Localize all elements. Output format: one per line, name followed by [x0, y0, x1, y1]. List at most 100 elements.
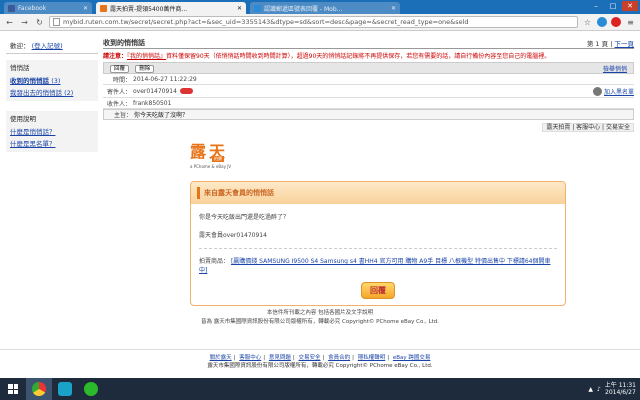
- received-messages-link[interactable]: 收到的悄悄話 (3): [6, 74, 98, 86]
- extension-icon[interactable]: [597, 17, 607, 27]
- message-signature: 露天會員over01470914: [199, 232, 267, 239]
- page-title: 收到的悄悄話: [103, 38, 145, 47]
- divider: [199, 248, 557, 249]
- header-accent: [197, 187, 200, 199]
- sender-value: over01470914: [133, 87, 177, 95]
- recipient-row: 收件人： frank850501: [103, 98, 634, 109]
- sent-count: (2): [64, 89, 74, 97]
- report-link[interactable]: 檢舉悄悄: [603, 64, 627, 73]
- logo-badge: 拍賣: [212, 156, 224, 162]
- panel-title-row: 收到的悄悄話 第 1 頁 | 下一頁: [103, 37, 634, 49]
- network-icon[interactable]: ▲: [588, 386, 593, 393]
- login-link[interactable]: (登入記號): [32, 42, 63, 50]
- opera-icon[interactable]: [611, 17, 621, 27]
- taskbar: ▲ ♪ 上午 11:31 2014/6/27: [0, 378, 640, 400]
- windows-logo-icon: [8, 384, 18, 394]
- recipient-label: 收件人：: [106, 100, 131, 108]
- footer-link-safety[interactable]: 交易安全: [298, 355, 320, 361]
- reply-button[interactable]: 回覆: [110, 64, 130, 73]
- site-footer: 關於露天 | 客服中心 | 意見問題 | 交易安全 | 會員合約 | 隱私權聲明 | eBa…: [0, 349, 640, 378]
- message-line: 你是今天吃飯出門還是吃過醉了？: [199, 214, 290, 221]
- sender-label: 寄件人：: [106, 88, 131, 96]
- message-reply-button[interactable]: 回覆: [361, 282, 395, 299]
- k-app-icon: [58, 382, 72, 396]
- footer-copyright: 露天市集國際資訊股份有限公司版權所有，轉載必究 Copyright© PChom…: [207, 363, 433, 369]
- footer-link-about[interactable]: 關於露天: [210, 355, 232, 361]
- sent-link-label: 我發出去的悄悄話: [10, 89, 62, 97]
- copyright-line: 皆為 露天市集國際資訊股份有限公司版權所有，轉載必究 Copyright© PC…: [201, 319, 439, 325]
- service-links-text[interactable]: 露天拍賣 | 客服中心 | 交易安全: [542, 123, 634, 132]
- sent-messages-link[interactable]: 我發出去的悄悄話 (2): [6, 86, 98, 98]
- message-copyright: 本信件所刊載之內容 包括各國片及文字說明 皆為 露天市集國際資訊股份有限公司版權…: [0, 309, 640, 327]
- minimize-button[interactable]: –: [588, 1, 604, 11]
- help-what-is-blacklist[interactable]: 什麼是黑名單？: [6, 137, 98, 149]
- footer-links: 關於露天 | 客服中心 | 意見問題 | 交易安全 | 會員合約 | 隱私權聲明 | eBa…: [209, 355, 431, 361]
- back-icon[interactable]: ←: [4, 17, 15, 28]
- tab-label: 露天拍賣-提領5400萬件商...: [110, 5, 188, 13]
- mobile01-icon: [254, 4, 261, 12]
- time-row: 時間： 2014-06-27 11:22:29: [103, 74, 634, 85]
- sender-row: 寄件人： over01470914 加入黑名單: [103, 85, 634, 98]
- subject-value: 你今天吃飯了沒啊？: [134, 112, 189, 119]
- service-links: 露天拍賣 | 客服中心 | 交易安全: [103, 122, 634, 133]
- taskbar-line[interactable]: [78, 378, 104, 400]
- help-box: 使用說明 什麼是悄悄話？ 什麼是黑名單？: [6, 111, 98, 152]
- item-label: 拍賣商品：: [199, 258, 230, 265]
- menu-icon[interactable]: ≡: [625, 17, 636, 28]
- close-window-button[interactable]: ✕: [622, 1, 638, 11]
- tab-label: Facebook: [18, 4, 47, 12]
- taskbar-k-app[interactable]: [52, 378, 78, 400]
- close-tab-icon[interactable]: ✕: [391, 5, 396, 12]
- clock-time: 上午 11:31: [604, 382, 636, 389]
- footer-link-terms[interactable]: 會員合約: [328, 355, 350, 361]
- recipient-value: frank850501: [133, 99, 172, 107]
- item-line: 拍賣商品： [贏購價錢 SAMSUNG I9500 S4 Samsung s4 …: [199, 256, 557, 274]
- delete-button[interactable]: 刪除: [135, 64, 155, 73]
- reply-area: 回覆: [199, 274, 557, 305]
- received-count: (3): [51, 77, 61, 85]
- forward-icon[interactable]: →: [19, 17, 30, 28]
- system-tray: ▲ ♪ 上午 11:31 2014/6/27: [588, 382, 640, 396]
- tab-facebook[interactable]: Facebook ✕: [4, 2, 92, 14]
- pager-next-link[interactable]: 下一頁: [615, 40, 635, 48]
- pager: 第 1 頁 | 下一頁: [587, 38, 634, 48]
- message-card-title: 來自露天會員的悄悄話: [204, 189, 274, 197]
- footer-link-feedback[interactable]: 意見問題: [269, 355, 291, 361]
- tab-mobile01[interactable]: 認識郵遞區號表回覆 - Mob... ✕: [250, 2, 400, 14]
- item-link[interactable]: [贏購價錢 SAMSUNG I9500 S4 Samsung s4 書HH4 官…: [199, 258, 551, 274]
- taskbar-chrome[interactable]: [26, 378, 52, 400]
- welcome-label: 歡迎：: [10, 42, 30, 50]
- close-tab-icon[interactable]: ✕: [237, 5, 242, 12]
- add-blacklist-link[interactable]: 加入黑名單: [592, 86, 634, 96]
- volume-icon[interactable]: ♪: [597, 386, 601, 393]
- footer-link-ebay[interactable]: eBay 跨國交易: [393, 355, 431, 361]
- message-body: 露 天 拍賣 a PChome & eBay JV 來自露天會員的悄悄話 你是今…: [190, 142, 566, 306]
- logo-char: 露: [190, 142, 207, 161]
- footer-link-service[interactable]: 客服中心: [239, 355, 261, 361]
- star-icon[interactable]: ☆: [582, 17, 593, 28]
- subject-row: 主旨： 你今天吃飯了沒啊？: [103, 109, 634, 120]
- footer-link-privacy[interactable]: 隱私權聲明: [358, 355, 386, 361]
- copyright-line: 本信件所刊載之內容 包括各國片及文字說明: [266, 310, 374, 316]
- address-bar[interactable]: mybid.ruten.com.tw/secret/secret.php?act…: [49, 16, 578, 28]
- clock[interactable]: 上午 11:31 2014/6/27: [605, 382, 636, 396]
- help-section-title: 使用說明: [10, 115, 36, 123]
- blacklist-icon: [592, 86, 602, 96]
- clock-date: 2014/6/27: [605, 389, 636, 396]
- message-panel: 收到的悄悄話 第 1 頁 | 下一頁 請注意：『我的悄悄話』資料僅保留90天（依…: [103, 37, 634, 133]
- sidebar: 歡迎： (登入記號) 悄悄話 收到的悄悄話 (3) 我發出去的悄悄話 (2) 使…: [6, 37, 98, 152]
- chrome-icon: [32, 382, 46, 396]
- messages-section-title: 悄悄話: [10, 64, 30, 72]
- maximize-button[interactable]: □: [605, 1, 621, 11]
- help-what-is-message[interactable]: 什麼是悄悄話？: [6, 125, 98, 137]
- start-button[interactable]: [0, 378, 26, 400]
- browser-tab-bar: Facebook ✕ 露天拍賣-提領5400萬件商... ✕ 認識郵遞區號表回覆…: [0, 0, 640, 14]
- subject-label: 主旨：: [113, 112, 132, 119]
- time-value: 2014-06-27 11:22:29: [133, 75, 197, 83]
- notice-link[interactable]: 『我的悄悄話』: [127, 53, 166, 60]
- blacklist-label: 加入黑名單: [603, 88, 634, 96]
- reload-icon[interactable]: ↻: [34, 17, 45, 28]
- close-tab-icon[interactable]: ✕: [83, 5, 88, 12]
- tab-ruten[interactable]: 露天拍賣-提領5400萬件商... ✕: [96, 2, 246, 14]
- notice-lead: 請注意：: [103, 53, 128, 60]
